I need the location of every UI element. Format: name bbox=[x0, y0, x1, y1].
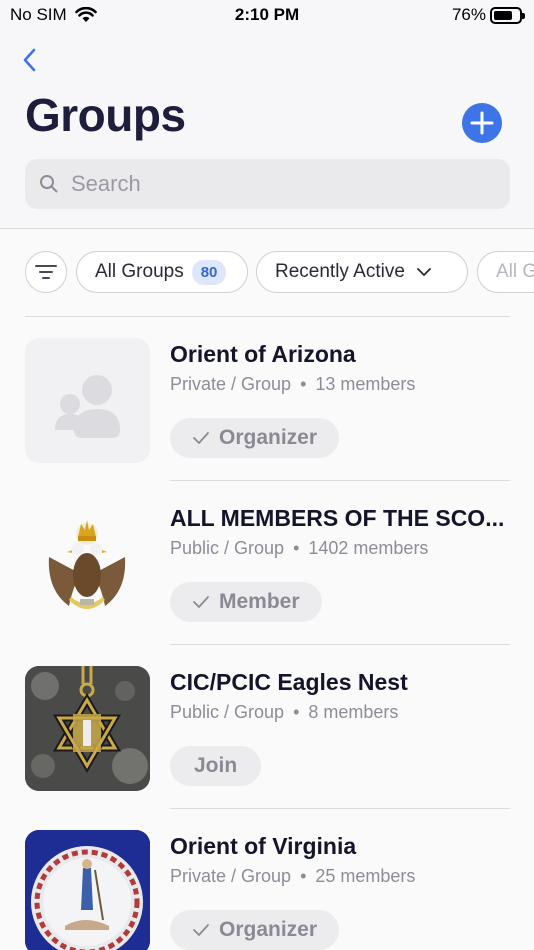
group-members: 25 members bbox=[315, 866, 416, 886]
group-name: Orient of Virginia bbox=[170, 833, 357, 859]
group-privacy: Private / Group bbox=[170, 374, 292, 394]
check-icon bbox=[193, 596, 209, 608]
back-button[interactable] bbox=[18, 46, 44, 74]
group-name: CIC/PCIC Eagles Nest bbox=[170, 669, 408, 695]
role-badge[interactable]: Organizer bbox=[170, 418, 340, 458]
group-count-badge: 80 bbox=[191, 259, 227, 285]
group-placeholder-icon bbox=[25, 338, 150, 463]
virginia-state-seal bbox=[25, 830, 150, 950]
all-groups-chip[interactable]: All Groups 80 bbox=[76, 251, 248, 293]
group-row-orient-of-virginia[interactable]: Orient of Virginia Private / Group • 25 me… bbox=[0, 809, 534, 950]
search-bar[interactable] bbox=[25, 159, 510, 209]
role-label: Join bbox=[194, 754, 238, 777]
role-label: Organizer bbox=[219, 918, 318, 941]
meta-separator: • bbox=[300, 866, 307, 886]
sort-dropdown[interactable]: Recently Active bbox=[256, 251, 468, 293]
group-privacy: Public / Group bbox=[170, 538, 285, 558]
role-label: Organizer bbox=[219, 426, 318, 449]
meta-separator: • bbox=[293, 538, 300, 558]
search-input[interactable] bbox=[71, 167, 491, 201]
group-row-scottish-rite[interactable]: ALL MEMBERS OF THE SCO... Public / Group… bbox=[0, 481, 534, 645]
check-icon bbox=[193, 924, 209, 936]
group-meta: Public / Group • 8 members bbox=[170, 702, 398, 723]
meta-separator: • bbox=[293, 702, 300, 722]
header-area: No SIM 2:10 PM 76% Groups bbox=[0, 0, 534, 229]
sort-label: Recently Active bbox=[275, 261, 405, 282]
group-members: 13 members bbox=[315, 374, 416, 394]
add-group-button[interactable] bbox=[462, 103, 502, 143]
chevron-left-icon bbox=[23, 48, 36, 72]
group-meta: Public / Group • 1402 members bbox=[170, 538, 428, 559]
group-meta: Private / Group • 25 members bbox=[170, 866, 415, 887]
group-privacy: Private / Group bbox=[170, 866, 292, 886]
role-badge[interactable]: Organizer bbox=[170, 910, 340, 950]
battery-cap bbox=[522, 12, 525, 19]
join-button[interactable]: Join bbox=[170, 746, 262, 786]
check-icon bbox=[193, 432, 209, 444]
all-groups-label: All Groups bbox=[95, 261, 184, 282]
group-members: 8 members bbox=[308, 702, 399, 722]
group-privacy: Public / Group bbox=[170, 702, 285, 722]
battery-percent: 76% bbox=[451, 5, 486, 24]
plus-icon bbox=[470, 111, 494, 135]
group-meta: Private / Group • 13 members bbox=[170, 374, 415, 395]
more-filter-label: All G bbox=[496, 261, 534, 282]
group-row-orient-of-arizona[interactable]: Orient of Arizona Private / Group • 13 mem… bbox=[0, 317, 534, 481]
filter-button[interactable] bbox=[25, 251, 67, 293]
medal-jewel-photo bbox=[25, 666, 150, 791]
filter-icon bbox=[35, 265, 57, 279]
group-name: ALL MEMBERS OF THE SCO... bbox=[170, 505, 505, 531]
group-name: Orient of Arizona bbox=[170, 341, 356, 367]
role-label: Member bbox=[219, 590, 300, 613]
status-right: 76% bbox=[451, 5, 525, 25]
role-badge[interactable]: Member bbox=[170, 582, 322, 622]
filter-row: All Groups 80 Recently Active All G bbox=[0, 250, 534, 294]
meta-separator: • bbox=[300, 374, 307, 394]
chevron-down-icon bbox=[417, 267, 431, 276]
status-bar: No SIM 2:10 PM 76% bbox=[0, 0, 534, 32]
group-row-cic-pcic-eagles-nest[interactable]: CIC/PCIC Eagles Nest Public / Group • 8 me… bbox=[0, 645, 534, 809]
search-icon bbox=[40, 175, 58, 193]
group-members: 1402 members bbox=[308, 538, 429, 558]
battery-fill bbox=[494, 10, 513, 20]
double-headed-eagle-emblem bbox=[25, 502, 150, 627]
more-filter-chip[interactable]: All G bbox=[477, 251, 534, 293]
page-title: Groups bbox=[25, 89, 186, 141]
battery-icon bbox=[490, 6, 525, 24]
